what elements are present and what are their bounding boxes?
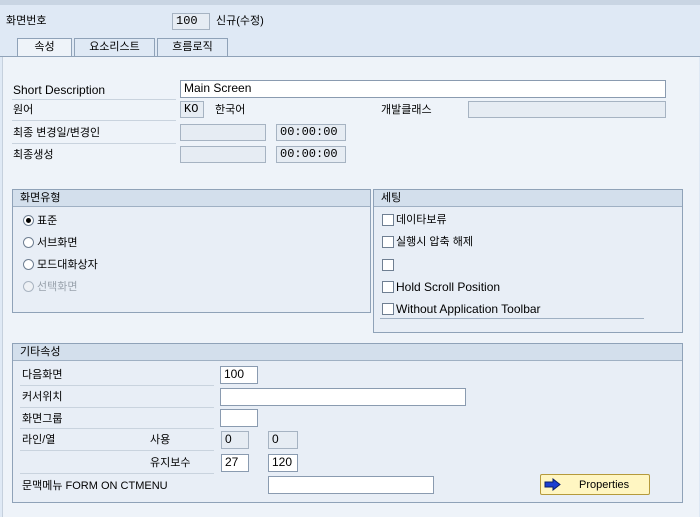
screen-type-subscreen-radio[interactable] bbox=[23, 237, 34, 248]
unlabeled-checkbox[interactable] bbox=[382, 259, 394, 271]
dev-class-label: 개발클래스 bbox=[381, 104, 432, 116]
screen-type-modal-radio[interactable] bbox=[23, 259, 34, 270]
dev-class-field bbox=[468, 101, 666, 118]
screen-type-title: 화면유형 bbox=[13, 190, 370, 207]
row-divider bbox=[20, 450, 214, 451]
used-label: 사용 bbox=[150, 434, 171, 446]
screen-type-normal-label: 표준 bbox=[37, 215, 58, 227]
lines-columns-label: 라인/열 bbox=[22, 434, 56, 446]
arrow-right-icon bbox=[544, 478, 561, 491]
screen-type-group: 화면유형 bbox=[12, 189, 371, 313]
original-language-name: 한국어 bbox=[215, 104, 246, 116]
window-top-strip bbox=[0, 0, 700, 5]
maintenance-label: 유지보수 bbox=[150, 457, 191, 469]
original-language-label: 원어 bbox=[13, 104, 34, 116]
next-screen-label: 다음화면 bbox=[22, 369, 63, 381]
without-toolbar-checkbox[interactable] bbox=[382, 303, 394, 315]
settings-title: 세팅 bbox=[374, 190, 682, 207]
screen-type-normal-radio[interactable] bbox=[23, 215, 34, 226]
row-divider bbox=[12, 99, 176, 100]
context-menu-label: 문맥메뉴 FORM ON CTMENU bbox=[22, 480, 168, 492]
release-compression-checkbox[interactable] bbox=[382, 236, 394, 248]
properties-button[interactable]: Properties bbox=[540, 474, 650, 495]
hold-data-label: 데이타보류 bbox=[396, 214, 447, 226]
cursor-position-label: 커서위치 bbox=[22, 391, 63, 403]
settings-divider bbox=[380, 318, 644, 319]
maintenance-lines-input[interactable]: 27 bbox=[221, 454, 249, 472]
used-columns-field: 0 bbox=[268, 431, 298, 449]
properties-button-label: Properties bbox=[579, 479, 630, 491]
screen-number-field: 100 bbox=[172, 13, 210, 30]
release-compression-label: 실행시 압축 해제 bbox=[396, 236, 473, 248]
screen-type-selection-label: 선택화면 bbox=[37, 281, 78, 293]
short-description-label: Short Description bbox=[13, 83, 106, 97]
tab-flow-logic[interactable]: 흐름로직 bbox=[157, 38, 228, 56]
short-description-input[interactable]: Main Screen bbox=[180, 80, 666, 98]
screen-type-selection-radio bbox=[23, 281, 34, 292]
row-divider bbox=[20, 473, 214, 474]
radio-selected-dot bbox=[26, 218, 31, 223]
hold-scroll-position-label: Hold Scroll Position bbox=[396, 280, 501, 294]
row-divider bbox=[20, 385, 214, 386]
screen-group-input[interactable] bbox=[220, 409, 258, 427]
tab-element-list[interactable]: 요소리스트 bbox=[74, 38, 155, 56]
hold-scroll-position-checkbox[interactable] bbox=[382, 281, 394, 293]
used-lines-field: 0 bbox=[221, 431, 249, 449]
context-menu-input[interactable] bbox=[268, 476, 434, 494]
row-divider bbox=[12, 143, 176, 144]
next-screen-input[interactable]: 100 bbox=[220, 366, 258, 384]
tab-attributes[interactable]: 속성 bbox=[17, 38, 72, 57]
screen-status-text: 신규(수정) bbox=[216, 15, 264, 27]
screen-type-modal-label: 모드대화상자 bbox=[37, 259, 98, 271]
last-generated-date-field bbox=[180, 146, 266, 163]
hold-data-checkbox[interactable] bbox=[382, 214, 394, 226]
row-divider bbox=[20, 407, 214, 408]
original-language-code-field: KO bbox=[180, 101, 204, 118]
row-divider bbox=[20, 428, 214, 429]
screen-type-subscreen-label: 서브화면 bbox=[37, 237, 78, 249]
without-toolbar-label: Without Application Toolbar bbox=[396, 302, 541, 316]
last-changed-date-field bbox=[180, 124, 266, 141]
last-generated-time-field: 00:00:00 bbox=[276, 146, 346, 163]
maintenance-columns-input[interactable]: 120 bbox=[268, 454, 298, 472]
last-changed-time-field: 00:00:00 bbox=[276, 124, 346, 141]
other-attributes-title: 기타속성 bbox=[13, 344, 682, 361]
row-divider bbox=[12, 120, 176, 121]
last-changed-label: 최종 변경일/변경인 bbox=[13, 127, 101, 139]
cursor-position-input[interactable] bbox=[220, 388, 466, 406]
screen-group-label: 화면그룹 bbox=[22, 413, 63, 425]
screen-number-label: 화면번호 bbox=[6, 15, 47, 27]
last-generated-label: 최종생성 bbox=[13, 149, 54, 161]
